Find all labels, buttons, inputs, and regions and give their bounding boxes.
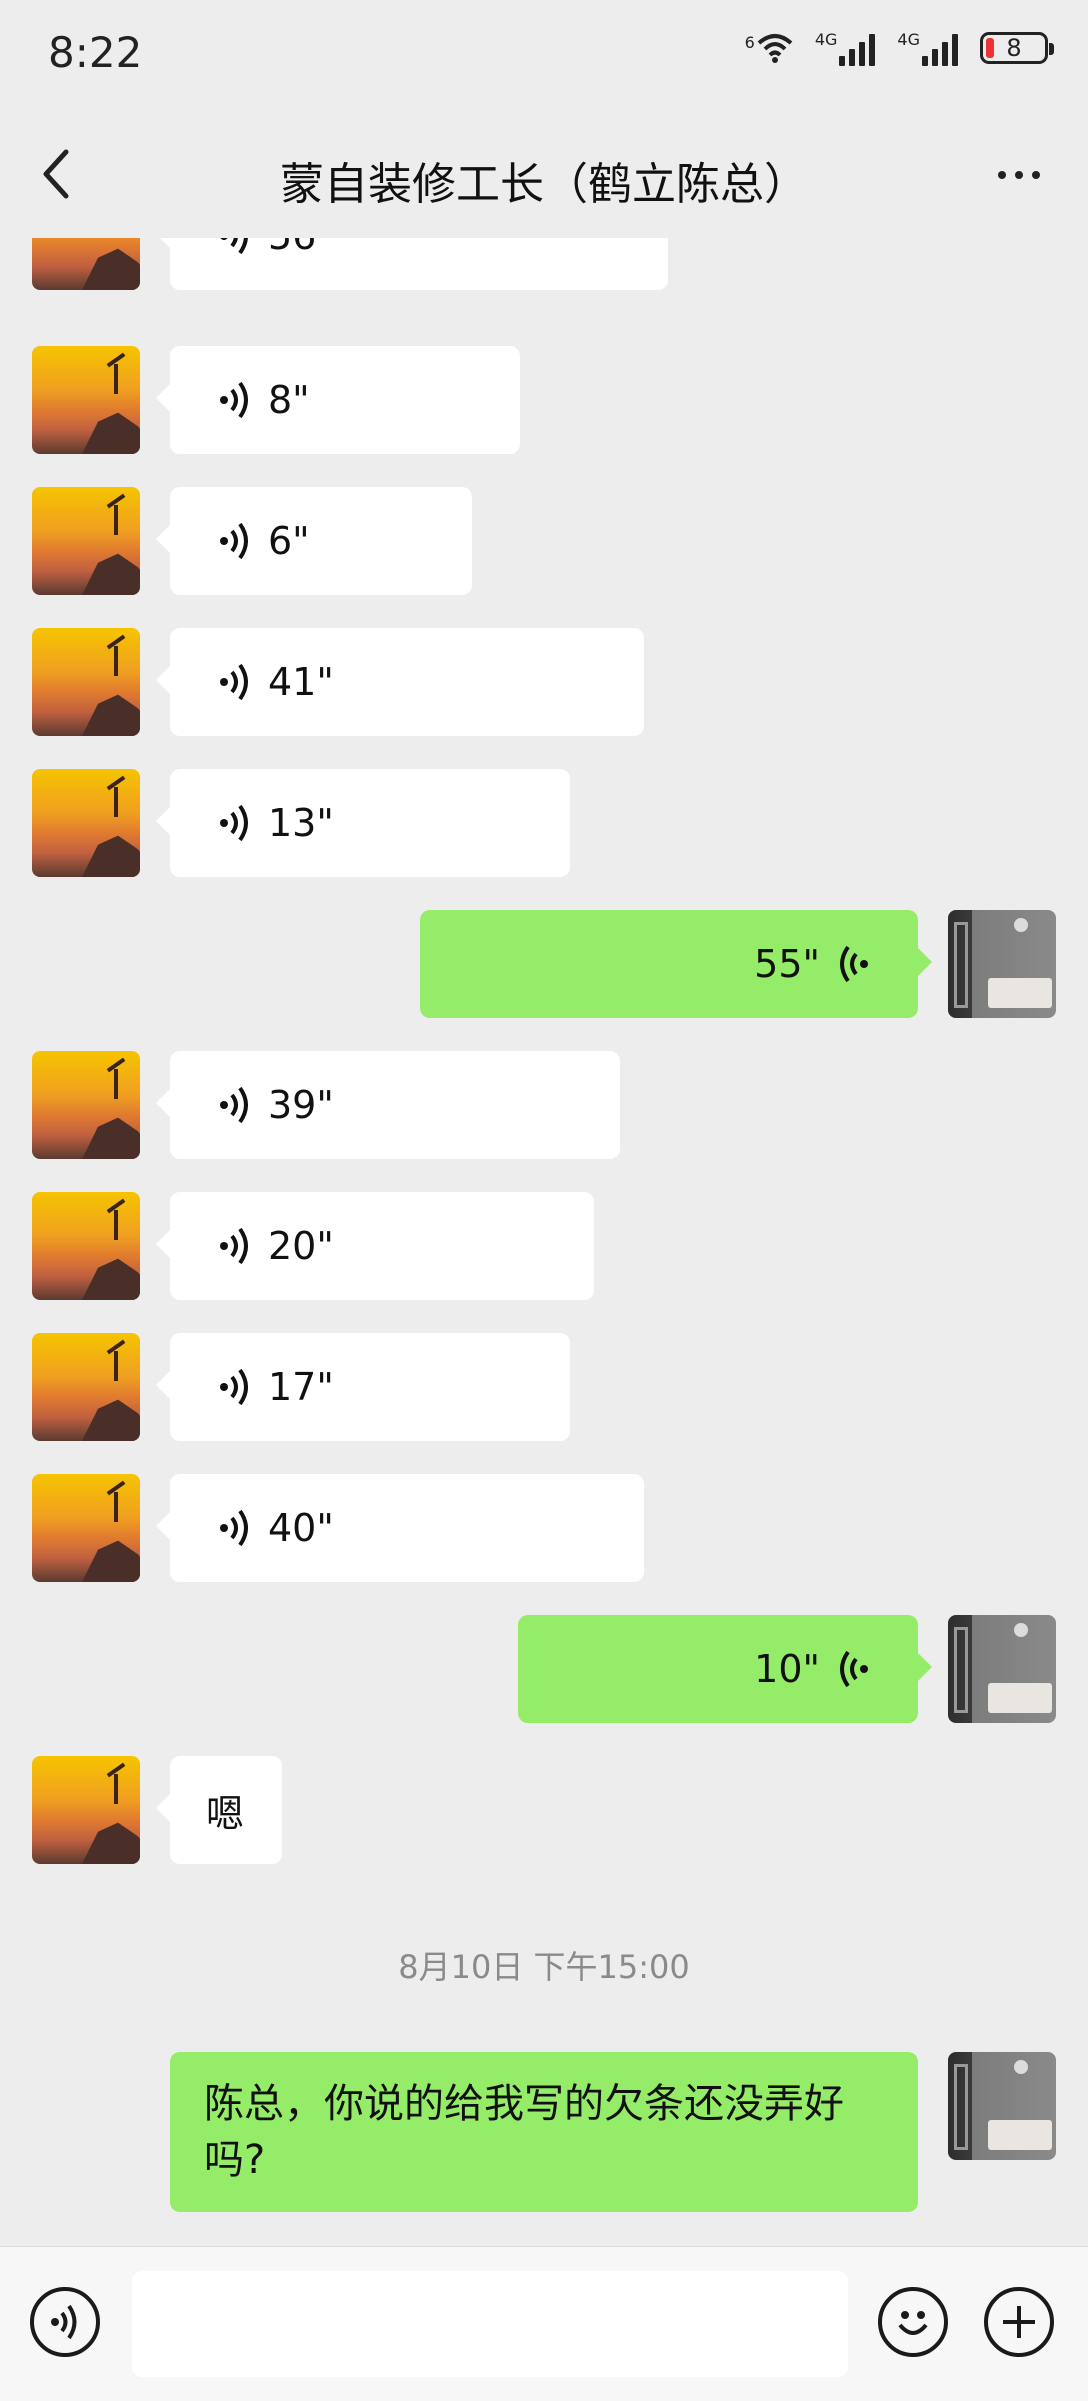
- message-row: 55": [0, 910, 1088, 1018]
- message-row: 13": [0, 769, 1088, 877]
- wifi-icon: 6: [745, 33, 793, 63]
- contact-avatar[interactable]: [32, 1051, 140, 1159]
- contact-avatar[interactable]: [32, 238, 140, 290]
- voice-wave-icon: [220, 522, 248, 560]
- cellular-signal-2-icon: 4G: [897, 30, 958, 66]
- voice-duration: 10": [754, 1647, 820, 1691]
- contact-avatar[interactable]: [32, 1474, 140, 1582]
- voice-message-bubble[interactable]: 17": [156, 1333, 570, 1441]
- contact-avatar[interactable]: [32, 769, 140, 877]
- message-text: 陈总，你说的给我写的欠条还没弄好吗?: [204, 2081, 844, 2183]
- text-message-bubble[interactable]: 嗯: [156, 1756, 282, 1864]
- voice-message-bubble-outgoing[interactable]: 10": [518, 1615, 932, 1723]
- message-row: 39": [0, 1051, 1088, 1159]
- voice-duration: 13": [268, 801, 334, 845]
- voice-message-bubble[interactable]: 13": [156, 769, 570, 877]
- message-row: 20": [0, 1192, 1088, 1300]
- contact-avatar[interactable]: [32, 628, 140, 736]
- message-row: 17": [0, 1333, 1088, 1441]
- voice-wave-icon: [220, 1086, 248, 1124]
- message-row: 嗯: [0, 1756, 1088, 1864]
- voice-wave-icon: [840, 1650, 868, 1688]
- contact-avatar[interactable]: [32, 346, 140, 454]
- chat-header: 蒙自装修工长（鹤立陈总）: [0, 110, 1088, 238]
- message-row: 陈总，你说的给我写的欠条还没弄好吗?: [0, 2052, 1088, 2212]
- input-bar: [0, 2246, 1088, 2401]
- my-avatar[interactable]: [948, 910, 1056, 1018]
- voice-wave-icon: [220, 663, 248, 701]
- contact-avatar[interactable]: [32, 487, 140, 595]
- voice-duration: 55": [754, 942, 820, 986]
- voice-wave-icon: [220, 381, 248, 419]
- message-row: 56": [0, 238, 1088, 290]
- voice-duration: 6": [268, 519, 310, 563]
- status-icons: 6 4G 4G 8: [745, 30, 1054, 66]
- voice-wave-icon: [220, 804, 248, 842]
- message-list: 56" 8" 6" 41" 13" 55": [0, 238, 1088, 2236]
- voice-message-bubble[interactable]: 20": [156, 1192, 594, 1300]
- message-text: 嗯: [206, 1791, 245, 1836]
- status-time: 8:22: [48, 28, 143, 77]
- wifi-label: 6: [744, 33, 755, 52]
- voice-duration: 8": [268, 378, 310, 422]
- voice-duration: 41": [268, 660, 334, 704]
- my-avatar[interactable]: [948, 2052, 1056, 2160]
- my-avatar[interactable]: [948, 1615, 1056, 1723]
- emoji-icon[interactable]: [878, 2287, 948, 2357]
- message-row: 41": [0, 628, 1088, 736]
- voice-wave-icon: [840, 945, 868, 983]
- voice-input-icon[interactable]: [30, 2287, 100, 2357]
- voice-duration: 40": [268, 1506, 334, 1550]
- status-bar: 8:22 6 4G 4G 8: [0, 0, 1088, 110]
- voice-message-bubble[interactable]: 41": [156, 628, 644, 736]
- voice-message-bubble[interactable]: 40": [156, 1474, 644, 1582]
- voice-message-bubble[interactable]: 56": [156, 238, 668, 290]
- voice-duration: 17": [268, 1365, 334, 1409]
- cellular-signal-1-icon: 4G: [815, 30, 876, 66]
- message-row: 40": [0, 1474, 1088, 1582]
- contact-avatar[interactable]: [32, 1192, 140, 1300]
- network-label-2: 4G: [897, 30, 920, 49]
- battery-level: 8: [1006, 34, 1022, 62]
- plus-icon[interactable]: [984, 2287, 1054, 2357]
- message-timestamp: 8月10日 下午15:00: [398, 1948, 690, 1986]
- message-row: 10": [0, 1615, 1088, 1723]
- battery-icon: 8: [980, 32, 1054, 64]
- message-input[interactable]: [132, 2271, 848, 2377]
- voice-message-bubble[interactable]: 6": [156, 487, 472, 595]
- voice-duration: 39": [268, 1083, 334, 1127]
- message-row: 8": [0, 346, 1088, 454]
- voice-message-bubble-outgoing[interactable]: 55": [420, 910, 932, 1018]
- voice-wave-icon: [220, 1368, 248, 1406]
- voice-wave-icon: [220, 1509, 248, 1547]
- voice-wave-icon: [220, 1227, 248, 1265]
- chat-title: 蒙自装修工长（鹤立陈总）: [280, 159, 808, 210]
- network-label-1: 4G: [814, 30, 838, 49]
- voice-message-bubble[interactable]: 39": [156, 1051, 620, 1159]
- text-message-bubble-outgoing[interactable]: 陈总，你说的给我写的欠条还没弄好吗?: [170, 2052, 918, 2212]
- voice-message-bubble[interactable]: 8": [156, 346, 520, 454]
- voice-wave-icon: [220, 238, 248, 255]
- voice-duration: 20": [268, 1224, 334, 1268]
- message-row: 6": [0, 487, 1088, 595]
- contact-avatar[interactable]: [32, 1333, 140, 1441]
- more-dots-icon[interactable]: [984, 150, 1054, 200]
- contact-avatar[interactable]: [32, 1756, 140, 1864]
- voice-duration: 56": [268, 238, 334, 258]
